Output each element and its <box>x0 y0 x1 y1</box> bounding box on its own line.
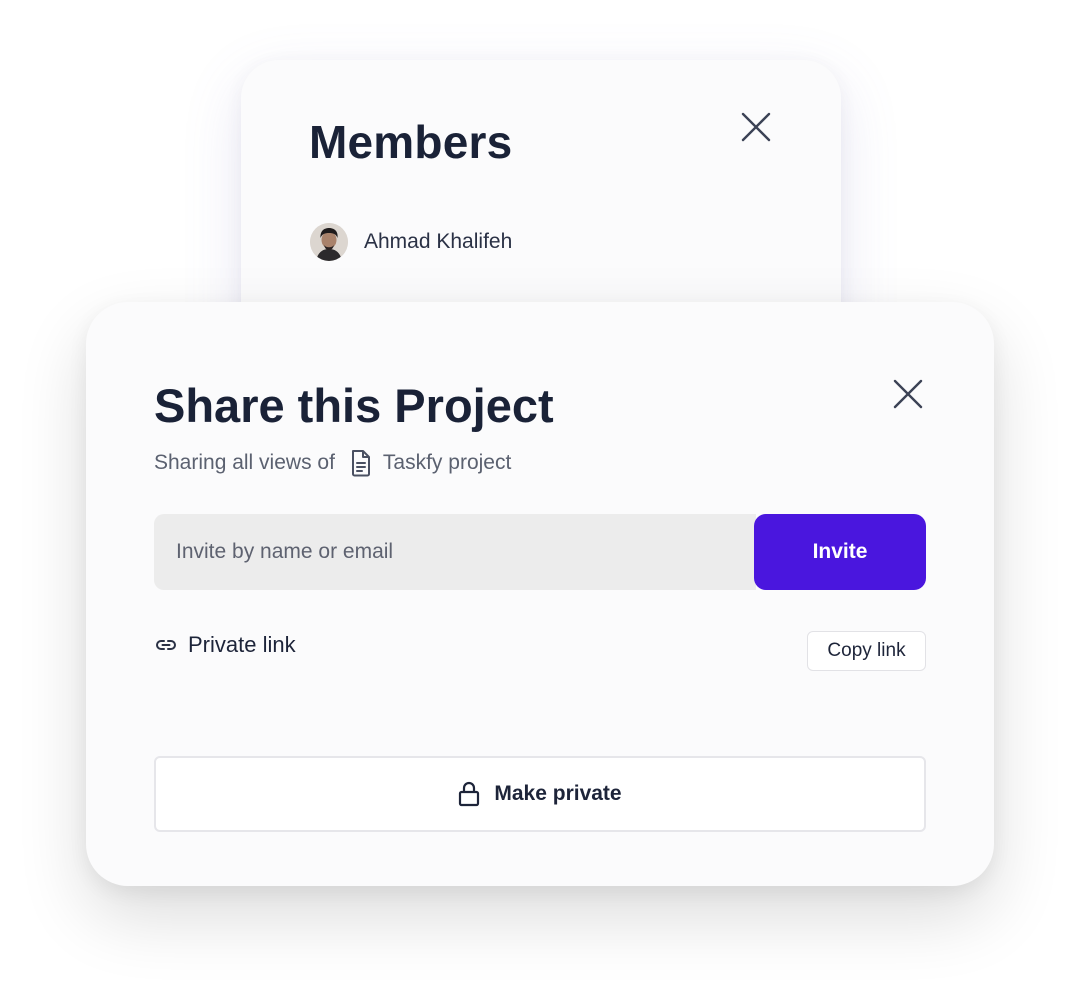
user-avatar-icon <box>310 223 348 261</box>
share-dialog: Share this Project Sharing all views of … <box>86 302 994 886</box>
stage: Members Ahmad Khalifeh Share this Projec… <box>0 0 1080 998</box>
document-icon <box>349 449 373 477</box>
member-list-item[interactable]: Ahmad Khalifeh <box>310 223 512 261</box>
avatar <box>310 223 348 261</box>
share-dialog-title: Share this Project <box>154 379 554 432</box>
lock-icon <box>458 781 480 807</box>
close-icon <box>893 379 923 409</box>
share-subtitle: Sharing all views of Taskfy project <box>154 449 511 477</box>
close-icon <box>741 112 771 142</box>
invite-button[interactable]: Invite <box>754 514 926 590</box>
private-link-row: Private link <box>154 632 296 658</box>
share-close-button[interactable] <box>889 375 927 413</box>
make-private-label: Make private <box>494 782 622 805</box>
members-title: Members <box>309 116 513 168</box>
private-link-label: Private link <box>188 632 296 657</box>
share-subtitle-prefix: Sharing all views of <box>154 451 335 474</box>
project-name: Taskfy project <box>382 451 512 474</box>
invite-input[interactable] <box>154 514 756 590</box>
link-icon <box>154 633 178 657</box>
members-close-button[interactable] <box>737 108 775 146</box>
member-name: Ahmad Khalifeh <box>364 230 513 253</box>
copy-link-button[interactable]: Copy link <box>807 631 926 671</box>
invite-row: Invite <box>154 514 926 590</box>
make-private-button[interactable]: Make private <box>154 756 926 832</box>
